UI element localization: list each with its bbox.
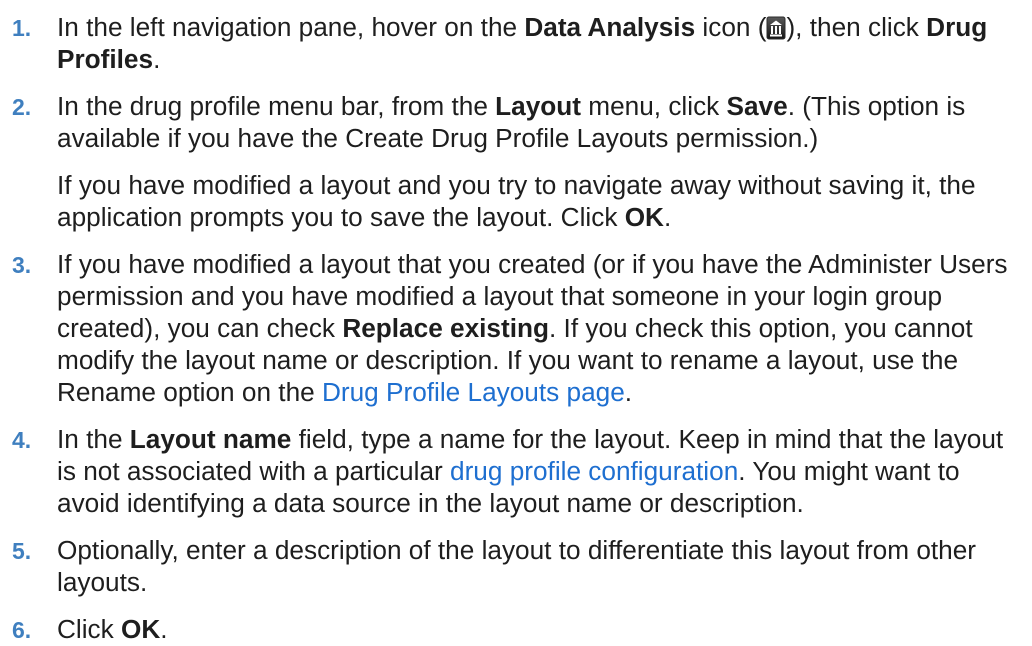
step-text: permission and you have modified a layou… (57, 281, 943, 311)
ui-label-ok: OK (624, 202, 664, 232)
step-number: 3. (12, 252, 32, 278)
step-6: 6. Click OK. (0, 613, 1032, 645)
step-body: In the Layout name field, type a name fo… (57, 423, 1032, 519)
step-text: application prompts you to save the layo… (57, 202, 625, 232)
step-text: In the drug profile menu bar, from the (57, 91, 496, 121)
step-text: available if you have the Create Drug Pr… (57, 123, 819, 153)
step-text: . If you check this option, you cannot (549, 313, 973, 343)
step-line: Optionally, enter a description of the l… (57, 534, 1032, 566)
step-number: 1. (12, 15, 32, 41)
step-line: In the drug profile menu bar, from the L… (57, 90, 1032, 122)
ui-label-ok: OK (121, 614, 161, 644)
step-line: available if you have the Create Drug Pr… (57, 122, 1032, 154)
step-line: Rename option on the Drug Profile Layout… (57, 376, 1032, 408)
step-line: is not associated with a particular drug… (57, 455, 1032, 487)
step-number: 2. (12, 94, 32, 120)
step-text: Optionally, enter a description of the l… (57, 535, 977, 565)
drug-profile-configuration-link[interactable]: drug profile configuration (450, 456, 738, 486)
step-line: avoid identifying a data source in the l… (57, 487, 1032, 519)
step-body: In the drug profile menu bar, from the L… (57, 90, 1032, 154)
step-text: Click (57, 614, 122, 644)
drug-profile-layouts-page-link[interactable]: Drug Profile Layouts page (322, 377, 625, 407)
ui-label-replace-existing: Replace existing (342, 313, 549, 343)
step-text: field, type a name for the layout. Keep … (291, 424, 1004, 454)
step-line: In the Layout name field, type a name fo… (57, 423, 1032, 455)
step-text: If you have modified a layout and you tr… (57, 170, 976, 200)
step-text: In the (57, 424, 130, 454)
step-text: modify the layout name or description. I… (57, 345, 959, 375)
step-line: created), you can check Replace existing… (57, 312, 1032, 344)
step-text: . (153, 44, 161, 74)
step-text: layouts. (57, 567, 148, 597)
step-line: modify the layout name or description. I… (57, 344, 1032, 376)
ui-label-layout-menu: Layout (495, 91, 581, 121)
step-body: Optionally, enter a description of the l… (57, 534, 1032, 598)
step-text: menu, click (581, 91, 727, 121)
step-number: 5. (12, 538, 32, 564)
step-text: . (This option is (787, 91, 966, 121)
step-note: If you have modified a layout and you tr… (57, 169, 1032, 233)
step-5: 5. Optionally, enter a description of th… (0, 534, 1032, 598)
step-text: Rename option on the (57, 377, 322, 407)
step-text: ), then click (786, 12, 927, 42)
step-body: Click OK. (57, 613, 1032, 645)
step-line: Profiles. (57, 43, 1032, 75)
ui-label-drug-profiles: Drug (926, 12, 988, 42)
step-text: . (160, 614, 168, 644)
step-line: layouts. (57, 566, 1032, 598)
step-number: 6. (12, 617, 32, 643)
step-text: . You might want to (738, 456, 960, 486)
step-4: 4. In the Layout name field, type a name… (0, 423, 1032, 519)
step-body: In the left navigation pane, hover on th… (57, 11, 1032, 75)
step-line: If you have modified a layout and you tr… (57, 169, 1032, 201)
ui-label-save: Save (726, 91, 788, 121)
step-text: is not associated with a particular (57, 456, 451, 486)
step-text: If you have modified a layout that you c… (57, 249, 1008, 279)
procedure-steps: 1. In the left navigation pane, hover on… (0, 0, 1032, 645)
step-line: application prompts you to save the layo… (57, 201, 1032, 233)
ui-label-data-analysis: Data Analysis (524, 12, 696, 42)
step-1: 1. In the left navigation pane, hover on… (0, 11, 1032, 75)
step-line: In the left navigation pane, hover on th… (57, 11, 1032, 43)
step-text: icon ( (695, 12, 767, 42)
ui-label-drug-profiles: Profiles (57, 44, 154, 74)
step-3: 3. If you have modified a layout that yo… (0, 248, 1032, 408)
step-line: Click OK. (57, 613, 1032, 645)
step-2: 2. In the drug profile menu bar, from th… (0, 90, 1032, 233)
step-text: . (624, 377, 633, 407)
step-text: avoid identifying a data source in the l… (57, 488, 804, 518)
data-analysis-icon (766, 16, 786, 40)
step-text: In the left navigation pane, hover on th… (57, 12, 525, 42)
step-body: If you have modified a layout that you c… (57, 248, 1032, 408)
step-line: If you have modified a layout that you c… (57, 248, 1032, 280)
ui-label-layout-name: Layout name (129, 424, 292, 454)
step-text: . (663, 202, 672, 232)
step-number: 4. (12, 427, 32, 453)
step-line: permission and you have modified a layou… (57, 280, 1032, 312)
step-text: created), you can check (57, 313, 343, 343)
